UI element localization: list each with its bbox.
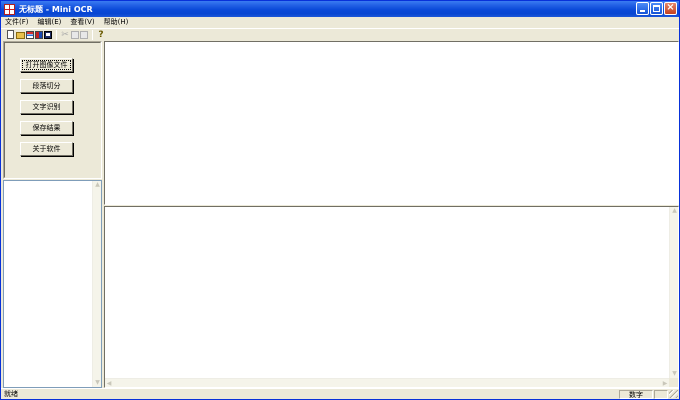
menu-file[interactable]: 文件(F): [5, 18, 29, 27]
close-button[interactable]: ×: [664, 2, 677, 15]
maximize-button[interactable]: [650, 2, 663, 15]
scroll-down-icon[interactable]: ▼: [670, 370, 679, 378]
minimize-button[interactable]: [636, 2, 649, 15]
segment-button[interactable]: 段落切分: [20, 79, 73, 93]
toolbar: ✂ ?: [1, 28, 679, 40]
segment-icon[interactable]: [35, 30, 43, 39]
image-view[interactable]: [104, 41, 679, 205]
toolbar-separator: [92, 29, 93, 40]
menu-edit[interactable]: 编辑(E): [38, 18, 62, 27]
new-icon[interactable]: [7, 30, 14, 39]
ocr-icon[interactable]: [26, 30, 34, 39]
command-panel: 打开图像文件 段落切分 文字识别 保存结果 关于软件: [3, 41, 102, 179]
title-bar[interactable]: 无标题 - Mini OCR ×: [1, 1, 679, 17]
paragraph-list[interactable]: ▲ ▼: [3, 180, 102, 388]
maximize-icon: [653, 5, 660, 12]
about-button[interactable]: 关于软件: [20, 142, 73, 156]
menu-view[interactable]: 查看(V): [70, 18, 94, 27]
save-icon[interactable]: [44, 30, 52, 39]
toolbar-separator: [56, 29, 57, 40]
scroll-left-icon[interactable]: ◀: [105, 379, 113, 388]
scroll-up-icon[interactable]: ▲: [670, 207, 679, 215]
save-result-button[interactable]: 保存结果: [20, 121, 73, 135]
minimize-icon: [640, 10, 645, 12]
resize-grip-icon[interactable]: [669, 390, 678, 398]
status-message: 就绪: [4, 390, 18, 398]
open-image-button[interactable]: 打开图像文件: [20, 58, 73, 72]
horizontal-scrollbar[interactable]: ◀ ▶: [105, 378, 669, 387]
result-text-area[interactable]: ▲ ▼ ◀ ▶: [104, 206, 679, 388]
status-bar: 就绪 数字: [1, 388, 679, 399]
app-window: 无标题 - Mini OCR × 文件(F) 编辑(E) 查看(V) 帮助(H)…: [0, 0, 680, 400]
scroll-down-icon[interactable]: ▼: [93, 379, 102, 387]
menu-help[interactable]: 帮助(H): [104, 18, 129, 27]
status-pane: [654, 390, 668, 399]
help-icon[interactable]: ?: [96, 30, 106, 40]
copy-icon[interactable]: [71, 30, 79, 39]
scroll-corner: [669, 378, 678, 387]
window-title: 无标题 - Mini OCR: [19, 4, 93, 14]
paste-icon[interactable]: [80, 30, 88, 39]
scroll-up-icon[interactable]: ▲: [93, 181, 102, 189]
menu-bar: 文件(F) 编辑(E) 查看(V) 帮助(H): [1, 17, 679, 28]
num-lock-label: 数字: [629, 391, 643, 399]
window-controls: ×: [636, 2, 677, 15]
open-icon[interactable]: [16, 32, 25, 39]
scroll-right-icon[interactable]: ▶: [661, 379, 669, 388]
cut-icon[interactable]: ✂: [60, 30, 70, 40]
vertical-scrollbar[interactable]: ▲ ▼: [669, 207, 678, 378]
app-icon[interactable]: [4, 3, 15, 15]
vertical-scrollbar[interactable]: ▲ ▼: [92, 181, 101, 387]
recognize-button[interactable]: 文字识别: [20, 100, 73, 114]
num-lock-indicator: 数字: [619, 390, 653, 399]
close-icon: ×: [666, 2, 675, 13]
